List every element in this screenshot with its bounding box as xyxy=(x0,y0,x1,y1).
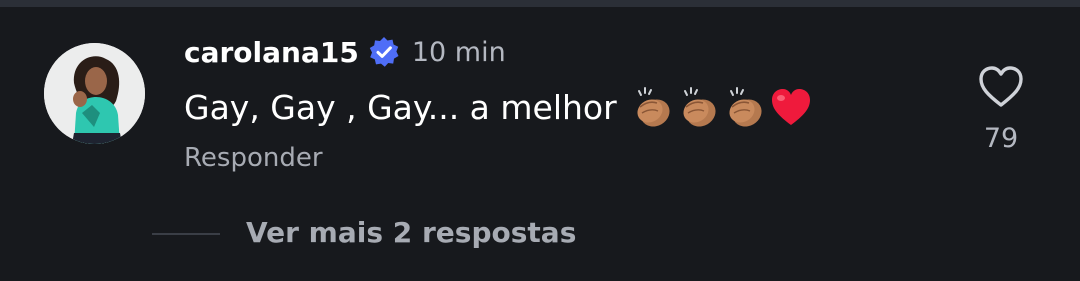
heart-outline-icon xyxy=(979,66,1023,107)
comment-timestamp: 10 min xyxy=(411,36,506,68)
avatar[interactable] xyxy=(44,43,145,144)
clapping-hands-icon xyxy=(677,85,721,129)
replies-divider xyxy=(152,233,220,235)
like-button[interactable] xyxy=(976,62,1026,112)
clapping-hands-icon xyxy=(723,85,767,129)
like-count: 79 xyxy=(983,123,1019,154)
red-heart-icon xyxy=(769,85,813,129)
comment-header: carolana15 10 min xyxy=(184,30,506,74)
reply-button[interactable]: Responder xyxy=(184,143,323,173)
top-divider-strip xyxy=(0,0,1080,7)
verified-badge-icon xyxy=(368,36,400,68)
clapping-hands-icon xyxy=(631,85,675,129)
view-more-replies-button[interactable]: Ver mais 2 respostas xyxy=(246,216,576,249)
emoji-group xyxy=(631,85,815,129)
username[interactable]: carolana15 xyxy=(184,36,359,69)
comment-text: Gay, Gay , Gay... a melhor xyxy=(184,87,617,127)
comment-body: Gay, Gay , Gay... a melhor xyxy=(184,83,815,131)
